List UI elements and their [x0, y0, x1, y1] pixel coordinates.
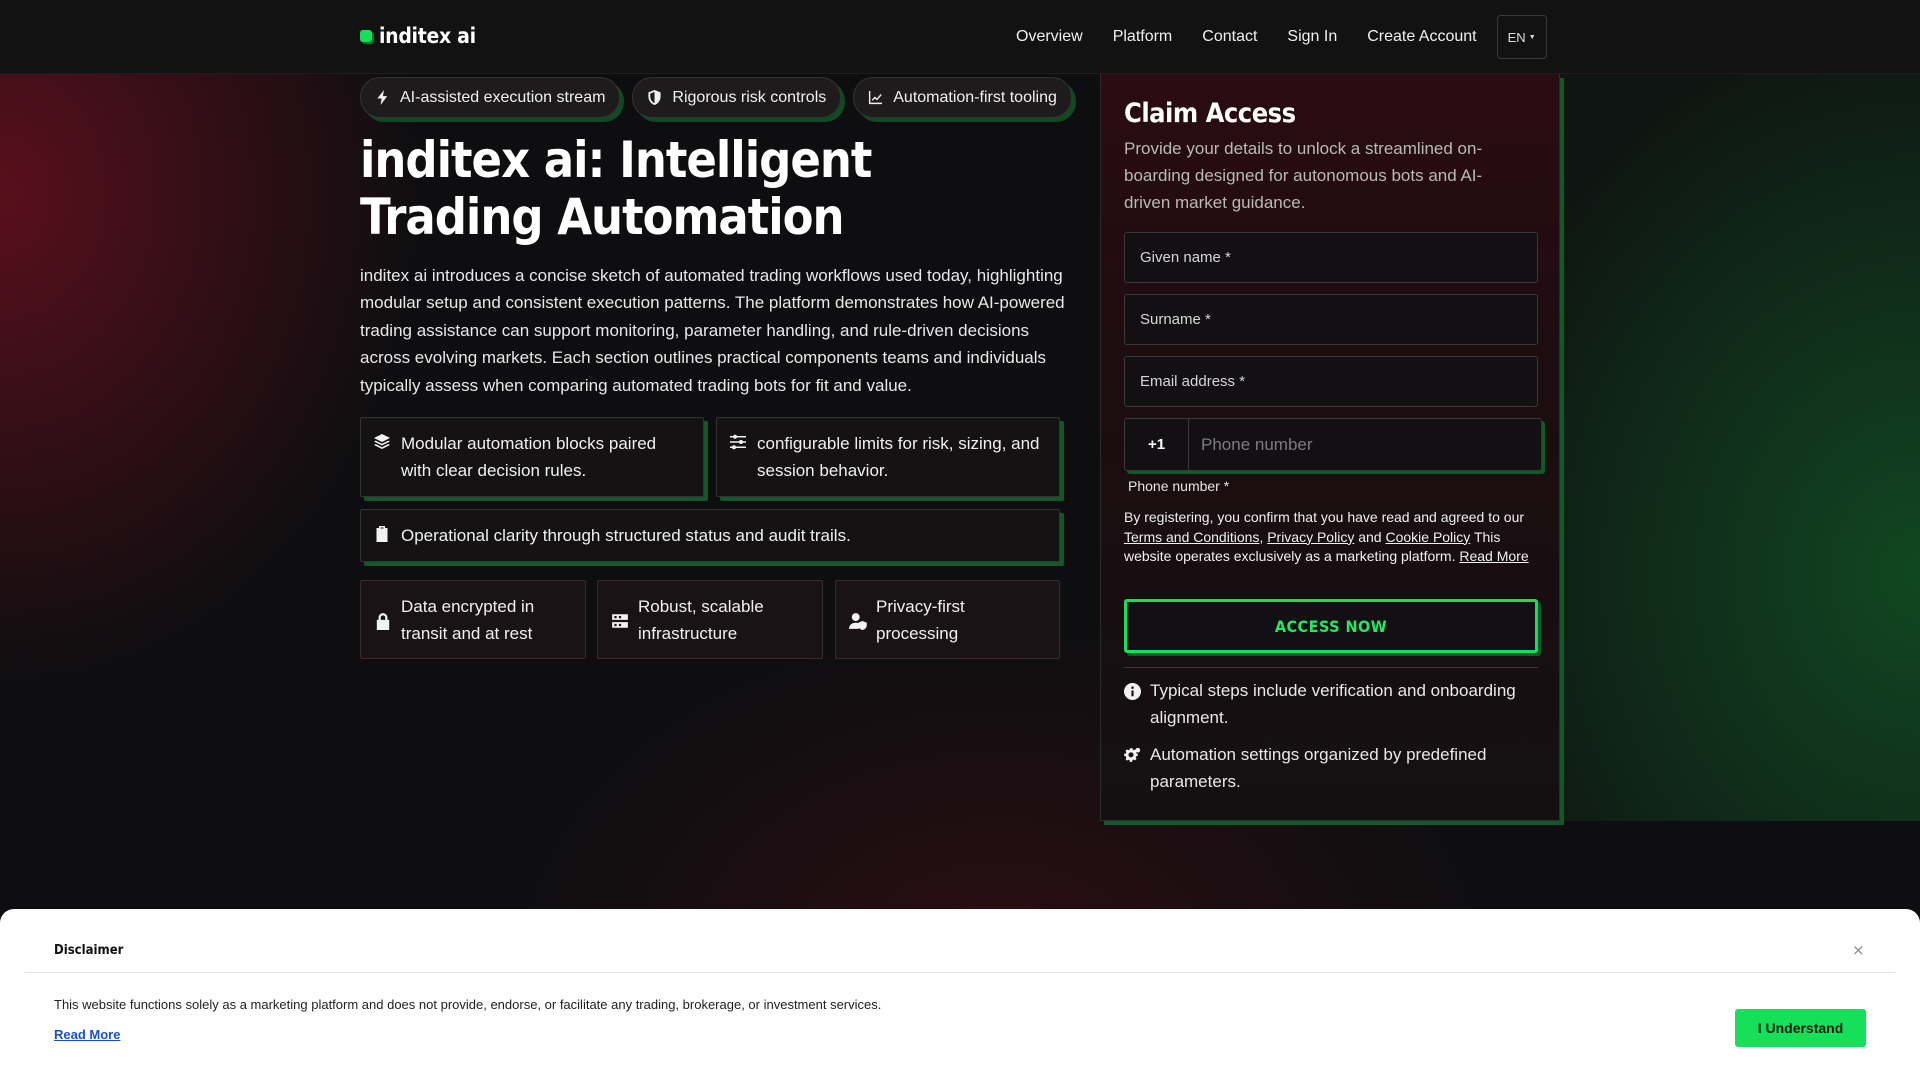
user-shield-icon: [849, 613, 867, 630]
disclaimer-read-more-link[interactable]: Read More: [54, 1027, 120, 1042]
logo[interactable]: inditex ai: [360, 24, 476, 48]
disclaimer-banner: Disclaimer × This website functions sole…: [0, 909, 1920, 1080]
badge-infrastructure: Robust, scalable infrastructure: [597, 580, 823, 659]
pill-label: Rigorous risk controls: [672, 88, 827, 106]
close-icon[interactable]: ×: [1852, 941, 1865, 959]
layers-icon: [374, 434, 390, 449]
phone-input[interactable]: Phone number: [1189, 419, 1313, 470]
feature-text: configurable limits for risk, sizing, an…: [757, 434, 1040, 480]
pill-risk: Rigorous risk controls: [632, 77, 842, 118]
pill-label: Automation-first tooling: [893, 88, 1057, 106]
country-code-selector[interactable]: +1: [1125, 419, 1189, 470]
surname-field[interactable]: Surname *: [1124, 294, 1538, 345]
green-glow: [1560, 74, 1920, 821]
badge-encryption: Data encrypted in transit and at rest: [360, 580, 586, 659]
form-description: Provide your details to unlock a streaml…: [1124, 139, 1483, 212]
legal-read-more-link[interactable]: Read More: [1459, 548, 1528, 564]
pill-label: AI-assisted execution stream: [400, 88, 606, 106]
logo-mark-icon: [360, 30, 372, 42]
pill-tooling: Automation-first tooling: [853, 77, 1072, 118]
lock-icon: [376, 613, 390, 630]
server-icon-wrap: [611, 611, 629, 629]
language-selector[interactable]: EN ▼: [1496, 15, 1547, 59]
caret-down-icon: ▼: [1528, 33, 1536, 41]
info-icon-wrap: [1124, 681, 1141, 700]
site-header: inditex ai Overview Platform Contact Sig…: [0, 0, 1920, 74]
user-shield-icon-wrap: [849, 611, 867, 630]
info-icon: [1124, 683, 1141, 700]
badge-text: Privacy-first processing: [876, 597, 965, 643]
access-now-button[interactable]: ACCESS NOW: [1124, 599, 1538, 653]
note-text: Typical steps include verification and o…: [1150, 681, 1516, 727]
nav-platform[interactable]: Platform: [1113, 28, 1173, 46]
nav-overview[interactable]: Overview: [1016, 28, 1083, 46]
phone-label: Phone number *: [1128, 478, 1230, 494]
chart-line-icon: [869, 90, 883, 105]
layers-icon-wrap: [374, 431, 390, 449]
gears-icon: [1124, 747, 1141, 762]
clipboard-check-icon: [376, 526, 388, 542]
language-label: EN: [1507, 29, 1526, 45]
feature-text: Modular automation blocks paired with cl…: [401, 434, 657, 480]
feature-card-clarity: Operational clarity through structured s…: [360, 509, 1060, 562]
legal-prefix: By registering, you confirm that you hav…: [1124, 509, 1525, 525]
shield-icon: [648, 90, 662, 105]
feature-pills: AI-assisted execution stream Rigorous ri…: [360, 77, 1072, 118]
badge-text: Robust, scalable infrastructure: [638, 597, 764, 643]
main-nav: Overview Platform Contact Sign In Create…: [1016, 15, 1547, 59]
server-icon: [612, 614, 628, 628]
phone-input-group: +1 Phone number: [1124, 418, 1542, 471]
disclaimer-text: This website functions solely as a marke…: [54, 997, 882, 1012]
note-text: Automation settings organized by predefi…: [1150, 745, 1487, 791]
feature-card-modular: Modular automation blocks paired with cl…: [360, 417, 704, 497]
terms-link[interactable]: Terms and Conditions: [1124, 529, 1259, 545]
note-automation: Automation settings organized by predefi…: [1124, 741, 1538, 795]
clipboard-icon-wrap: [374, 523, 390, 542]
email-field[interactable]: Email address *: [1124, 356, 1538, 407]
cookie-link[interactable]: Cookie Policy: [1385, 529, 1470, 545]
pill-execution: AI-assisted execution stream: [360, 77, 621, 118]
disclaimer-divider: [25, 972, 1895, 973]
feature-card-limits: configurable limits for risk, sizing, an…: [716, 417, 1060, 497]
disclaimer-title: Disclaimer: [54, 943, 124, 958]
nav-create-account[interactable]: Create Account: [1367, 28, 1476, 46]
sliders-icon: [730, 434, 746, 450]
bolt-icon: [377, 90, 388, 105]
lock-icon-wrap: [374, 611, 392, 630]
legal-and: and: [1358, 528, 1382, 545]
badge-privacy: Privacy-first processing: [835, 580, 1060, 659]
feature-text: Operational clarity through structured s…: [401, 526, 851, 545]
claim-access-panel: Claim Access Provide your details to unl…: [1100, 74, 1560, 821]
form-divider: [1124, 667, 1538, 668]
nav-contact[interactable]: Contact: [1202, 28, 1257, 46]
nav-sign-in[interactable]: Sign In: [1287, 28, 1337, 46]
logo-text: inditex ai: [379, 24, 476, 48]
sliders-icon-wrap: [730, 431, 746, 450]
badge-text: Data encrypted in transit and at rest: [401, 597, 535, 643]
legal-consent-text: By registering, you confirm that you hav…: [1124, 509, 1529, 564]
hero-title: inditex ai: Intelligent Trading Automati…: [360, 131, 872, 246]
note-verification: Typical steps include verification and o…: [1124, 677, 1538, 731]
gears-icon-wrap: [1124, 745, 1141, 762]
hero-intro: inditex ai introduces a concise sketch o…: [360, 266, 1065, 395]
i-understand-button[interactable]: I Understand: [1735, 1009, 1866, 1047]
privacy-link[interactable]: Privacy Policy: [1267, 529, 1354, 545]
given-name-field[interactable]: Given name *: [1124, 232, 1538, 283]
form-title: Claim Access: [1124, 98, 1296, 129]
